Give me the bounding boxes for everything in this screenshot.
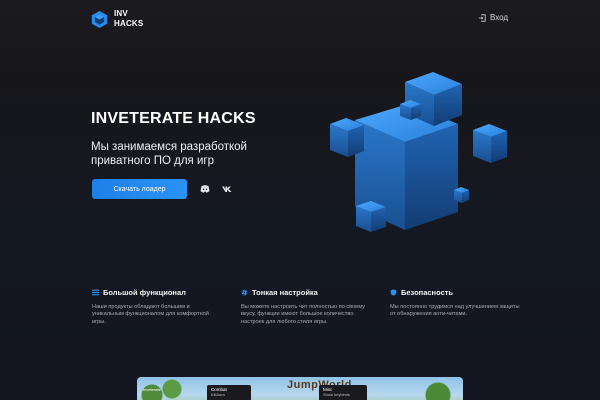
feature-description: Мы постоянно трудимся над улучшением защ… <box>390 304 520 318</box>
login-button[interactable]: Вход <box>478 13 508 22</box>
feature-security: Безопасность Мы постоянно трудимся над у… <box>390 288 520 319</box>
tiny-cube-right <box>454 187 469 203</box>
tiny-cube-top <box>400 100 421 120</box>
preview-trees-right <box>413 377 463 400</box>
feature-title: Тонкая настройка <box>252 288 318 297</box>
feature-functionality: Большой функционал Наши продукты обладаю… <box>92 288 222 326</box>
discord-icon[interactable] <box>199 183 211 195</box>
preview-panel-item: KillAura <box>211 392 225 397</box>
download-loader-button[interactable]: Скачать лоадер <box>92 179 187 199</box>
download-loader-label: Скачать лоадер <box>113 185 166 193</box>
login-label: Вход <box>490 13 509 22</box>
features-section: Большой функционал Наши продукты обладаю… <box>0 288 600 348</box>
gear-icon <box>241 289 248 296</box>
hero-cubes-illustration <box>330 72 507 232</box>
preview-client-label: Inveterate <box>143 387 161 392</box>
preview-panel-item: Show keybinds <box>323 392 350 397</box>
logo[interactable]: INV HACKS <box>91 9 143 29</box>
cube-logo-icon <box>91 10 108 28</box>
feature-description: Наши продукты обладают большим и уникаль… <box>92 304 209 325</box>
hero-subtitle: Мы занимаемся разработкой приватного ПО … <box>91 141 247 167</box>
right-cube <box>473 124 507 163</box>
bottom-cube <box>356 201 386 232</box>
shield-icon <box>390 289 397 296</box>
site-header: INV HACKS Вход <box>0 0 600 38</box>
preview-misc-panel: Misc Show keybinds <box>319 385 367 400</box>
hero-title: INVETERATE HACKS <box>91 110 256 127</box>
left-cube <box>330 118 364 157</box>
feature-customization: Тонкая настройка Вы можете настроить чит… <box>241 288 371 326</box>
feature-title: Безопасность <box>401 288 454 297</box>
feature-title: Большой функционал <box>103 288 186 297</box>
logo-text: INV HACKS <box>114 9 144 28</box>
login-icon <box>478 13 486 22</box>
feature-description: Вы можете настроить чит полностью по сво… <box>241 304 365 325</box>
preview-combat-panel: Combat KillAura <box>207 385 251 400</box>
game-preview-screenshot: Inveterate JumpWorld Combat KillAura Mis… <box>137 377 463 400</box>
vk-icon[interactable] <box>221 183 233 195</box>
list-icon <box>92 289 99 296</box>
